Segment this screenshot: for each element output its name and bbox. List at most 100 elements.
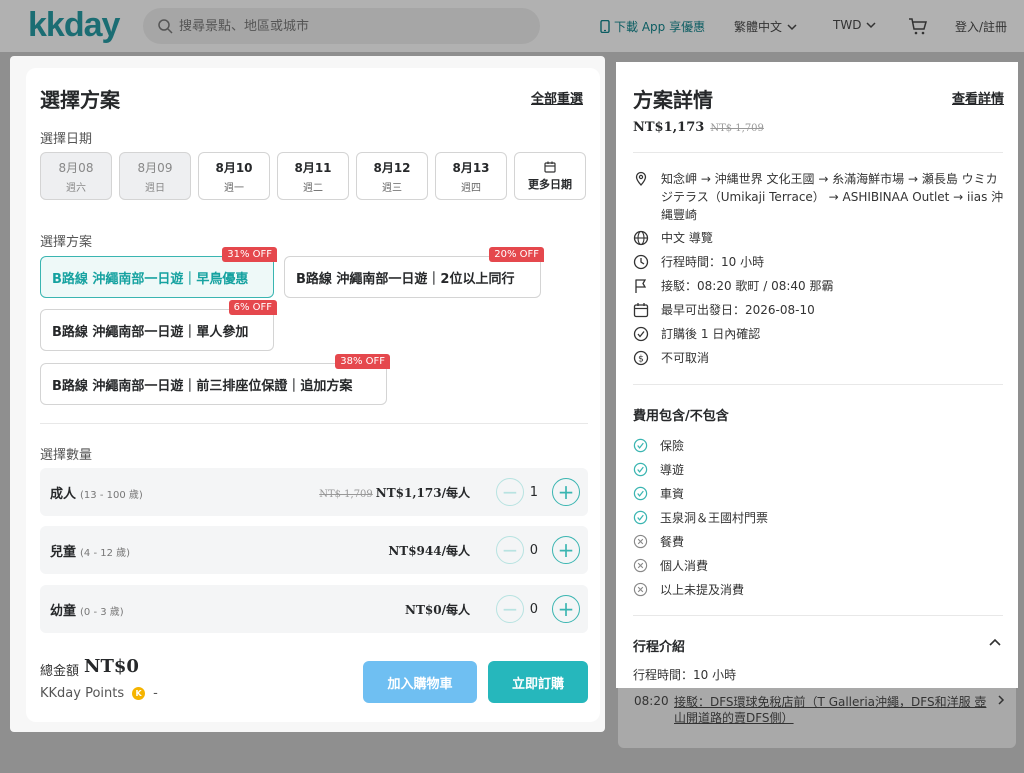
plan-option-group[interactable]: B路線 沖繩南部一日遊｜2位以上同行 20% OFF [284, 247, 544, 298]
plan-option-early-bird[interactable]: B路線 沖繩南部一日遊｜早鳥優惠 31% OFF [40, 247, 277, 298]
increase-button[interactable]: + [552, 595, 580, 623]
include-text: 導遊 [660, 463, 685, 477]
plan-section-label: 選擇方案 [40, 235, 93, 250]
quantity-age: (4 - 12 歲) [80, 547, 131, 559]
total-value: NT$0 [84, 656, 139, 677]
check-circle-icon [633, 486, 648, 501]
plan-selection-card: 選擇方案 全部重選 選擇日期 8月08 週六 8月09 週日 8月10 週一 8… [26, 68, 600, 722]
date-value: 8月11 [294, 160, 332, 175]
chevron-up-icon[interactable] [988, 636, 1002, 650]
info-text: 知念岬 → 沖縄世界 文化王國 → 糸滿海鮮市場 → 瀬長島 ウミカジテラス（U… [661, 172, 1004, 222]
book-now-button[interactable]: 立即訂購 [488, 661, 588, 703]
check-circle-icon [633, 510, 648, 525]
language-label: 繁體中文 [734, 20, 783, 34]
app-download-link[interactable]: 下載 App 享優惠 [600, 18, 705, 35]
x-circle-icon [633, 558, 648, 573]
include-item: 保險 [633, 437, 684, 454]
discount-badge: 31% OFF [222, 247, 277, 262]
itinerary-stop-link[interactable]: 接駁：DFS環球免稅店前（T Galleria沖繩，DFS和洋服 壺山開道路的賣… [674, 694, 988, 726]
info-confirmation: 訂購後 1 日內確認 [633, 325, 1005, 343]
increase-button[interactable]: + [552, 478, 580, 506]
quantity-old-price: NT$ 1,709 [319, 488, 373, 500]
info-text: 不可取消 [661, 351, 710, 365]
itinerary-title[interactable]: 行程介紹 [633, 636, 685, 655]
top-header: kkday 下載 App 享優惠 繁體中文 TWD 登入/註冊 [0, 0, 1024, 52]
search-input[interactable] [179, 18, 499, 34]
itinerary-time: 08:20 [634, 694, 669, 708]
exclude-item: 以上未提及消費 [633, 581, 744, 598]
date-option[interactable]: 8月10 週一 [198, 152, 270, 200]
quantity-value: 0 [529, 601, 538, 617]
location-icon [635, 171, 647, 186]
date-value: 8月13 [452, 160, 490, 175]
kkday-logo[interactable]: kkday [28, 6, 120, 45]
quantity-name: 成人 (13 - 100 歲) [50, 486, 143, 502]
view-details-link[interactable]: 查看詳情 [952, 88, 1004, 107]
date-value: 8月12 [373, 160, 411, 175]
itinerary-duration: 行程時間：10 小時 [633, 668, 737, 682]
info-text: 行程時間：10 小時 [661, 255, 765, 269]
discount-badge: 20% OFF [489, 247, 544, 262]
quantity-price: NT$ 1,709 NT$1,173/每人 [319, 485, 470, 500]
phone-icon [600, 20, 610, 33]
date-option[interactable]: 8月12 週三 [356, 152, 428, 200]
info-earliest-date: 最早可出發日：2026-08-10 [633, 301, 1005, 319]
reset-all-link[interactable]: 全部重選 [531, 88, 583, 107]
divider [633, 615, 1003, 616]
quantity-name: 幼童 (0 - 3 歲) [50, 603, 124, 619]
increase-button[interactable]: + [552, 536, 580, 564]
quantity-row-adult: 成人 (13 - 100 歲) NT$ 1,709 NT$1,173/每人 − 1 … [40, 468, 588, 516]
chevron-down-icon [866, 22, 876, 29]
info-pickup: 接駁：08:20 歌町 / 08:40 那霸 [633, 277, 1005, 295]
currency-label: TWD [833, 18, 862, 32]
date-weekday: 週三 [382, 182, 402, 194]
info-route: 知念岬 → 沖縄世界 文化王國 → 糸滿海鮮市場 → 瀬長島 ウミカジテラス（U… [633, 170, 1005, 224]
itinerary-stop[interactable]: 08:20 接駁：DFS環球免稅店前（T Galleria沖繩，DFS和洋服 壺… [634, 694, 1014, 726]
include-text: 玉泉洞＆王國村門票 [660, 511, 769, 525]
cart-button[interactable] [908, 16, 928, 36]
add-to-cart-button[interactable]: 加入購物車 [363, 661, 477, 703]
date-option[interactable]: 8月13 週四 [435, 152, 507, 200]
quantity-value: 1 [529, 484, 538, 500]
check-circle-icon [633, 438, 648, 453]
info-duration: 行程時間：10 小時 [633, 253, 1005, 271]
panel-title: 選擇方案 [40, 88, 120, 112]
discount-badge: 6% OFF [228, 300, 277, 315]
exclude-text: 餐費 [660, 535, 685, 549]
more-dates-button[interactable]: 更多日期 [514, 152, 586, 200]
currency-selector[interactable]: TWD [833, 18, 877, 32]
plan-name: B路線 沖繩南部一日遊｜前三排座位保證｜追加方案 [52, 378, 353, 394]
dollar-icon: $ [633, 350, 649, 366]
x-circle-icon [633, 582, 648, 597]
plan-option-single[interactable]: B路線 沖繩南部一日遊｜單人參加 6% OFF [40, 300, 277, 351]
date-option: 8月08 週六 [40, 152, 112, 200]
decrease-button[interactable]: − [496, 595, 524, 623]
date-option[interactable]: 8月11 週二 [277, 152, 349, 200]
plan-option-front-seats[interactable]: B路線 沖繩南部一日遊｜前三排座位保證｜追加方案 38% OFF [40, 354, 390, 405]
exclude-text: 個人消費 [660, 559, 709, 573]
include-item: 車資 [633, 485, 684, 502]
decrease-button[interactable]: − [496, 536, 524, 564]
date-value: 8月10 [215, 160, 253, 175]
search-bar[interactable] [143, 8, 540, 44]
date-weekday: 週四 [461, 182, 481, 194]
plan-name: B路線 沖繩南部一日遊｜早鳥優惠 [52, 271, 249, 287]
include-text: 保險 [660, 439, 685, 453]
login-link[interactable]: 登入/註冊 [955, 18, 1007, 35]
date-weekday: 週六 [66, 182, 86, 194]
language-selector[interactable]: 繁體中文 [734, 18, 798, 35]
divider [40, 423, 588, 424]
discount-badge: 38% OFF [335, 354, 390, 369]
date-picker: 8月08 週六 8月09 週日 8月10 週一 8月11 週二 8月12 週三 … [40, 152, 586, 200]
quantity-row-infant: 幼童 (0 - 3 歲) NT$0/每人 − 0 + [40, 585, 588, 633]
include-item: 玉泉洞＆王國村門票 [633, 509, 768, 526]
decrease-button[interactable]: − [496, 478, 524, 506]
date-section-label: 選擇日期 [40, 132, 93, 147]
plan-old-price: NT$ 1,709 [710, 123, 764, 134]
exclude-text: 以上未提及消費 [660, 583, 745, 597]
divider [633, 152, 1003, 153]
flag-icon [635, 279, 647, 293]
plan-name: B路線 沖繩南部一日遊｜2位以上同行 [296, 271, 515, 287]
clock-icon [633, 254, 649, 270]
globe-icon [633, 230, 649, 246]
